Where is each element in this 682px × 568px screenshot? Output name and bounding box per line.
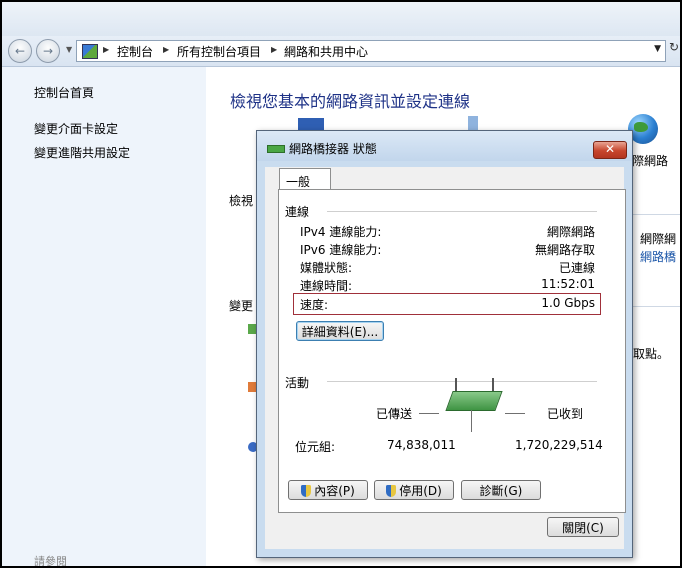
duration-value: 11:52:01 bbox=[541, 277, 595, 291]
network-bridge-icon bbox=[267, 145, 285, 153]
speed-value: 1.0 Gbps bbox=[541, 296, 595, 310]
link-control-panel-home[interactable]: 控制台首頁 bbox=[34, 84, 94, 101]
group-divider bbox=[327, 381, 597, 382]
received-label: 已收到 bbox=[547, 407, 584, 421]
general-tab-panel: 連線 IPv4 連線能力: 網際網路 IPv6 連線能力: 無網路存取 媒體狀態… bbox=[278, 189, 626, 513]
network-device-icon bbox=[468, 116, 478, 130]
tab-general[interactable]: 一般 bbox=[279, 168, 331, 191]
duration-label: 連線時間: bbox=[300, 279, 353, 293]
page-title: 檢視您基本的網路資訊並設定連線 bbox=[230, 92, 471, 111]
tab-general-label: 一般 bbox=[286, 175, 311, 189]
router-antenna bbox=[492, 378, 494, 392]
divider bbox=[632, 306, 680, 307]
close-icon[interactable]: ✕ bbox=[593, 141, 627, 159]
ipv6-label: IPv6 連線能力: bbox=[300, 243, 382, 257]
sent-label: 已傳送 bbox=[376, 407, 413, 421]
address-bar[interactable]: ▶ 控制台 ▶ 所有控制台項目 ▶ 網路和共用中心 ▼ bbox=[76, 40, 666, 62]
dialog-body: 一般 連線 IPv4 連線能力: 網際網路 IPv6 連線能力: 無網路存取 媒… bbox=[265, 167, 626, 549]
access-point-text: 取點。 bbox=[633, 347, 670, 361]
properties-button-label: 內容(P) bbox=[314, 484, 355, 498]
divider bbox=[632, 214, 680, 215]
access-type-label: 網際網 bbox=[640, 232, 677, 246]
received-line bbox=[505, 413, 525, 414]
media-state-label: 媒體狀態: bbox=[300, 261, 353, 275]
control-panel-icon bbox=[82, 44, 98, 59]
chevron-right-icon[interactable]: ▶ bbox=[271, 45, 277, 54]
breadcrumb-control-panel[interactable]: 控制台 bbox=[117, 43, 153, 60]
properties-button[interactable]: 內容(P) bbox=[288, 480, 368, 500]
disable-button[interactable]: 停用(D) bbox=[374, 480, 454, 500]
sent-bytes-value: 74,838,011 bbox=[387, 438, 456, 452]
router-antenna bbox=[455, 378, 457, 392]
details-button[interactable]: 詳細資料(E)... bbox=[296, 321, 384, 341]
breadcrumb-all-items[interactable]: 所有控制台項目 bbox=[177, 43, 261, 60]
uac-shield-icon bbox=[386, 485, 397, 497]
view-active-networks-label: 檢視 bbox=[229, 194, 254, 208]
bridge-status-dialog: 網路橋接器 狀態 ✕ 一般 連線 IPv4 連線能力: 網際網路 IPv6 連線… bbox=[256, 130, 633, 558]
connection-group-label: 連線 bbox=[285, 205, 310, 219]
disable-button-label: 停用(D) bbox=[399, 484, 442, 498]
ipv6-value: 無網路存取 bbox=[534, 243, 595, 257]
left-task-pane: 控制台首頁 變更介面卡設定 變更進階共用設定 請參閱 bbox=[2, 67, 206, 566]
chevron-right-icon[interactable]: ▶ bbox=[163, 45, 169, 54]
activity-group-label: 活動 bbox=[285, 376, 310, 390]
router-line bbox=[471, 410, 472, 432]
computer-icon bbox=[298, 118, 324, 130]
see-also-heading: 請參閱 bbox=[34, 555, 67, 566]
change-settings-heading: 變更 bbox=[229, 299, 254, 313]
close-button[interactable]: 關閉(C) bbox=[547, 517, 619, 537]
ipv4-value: 網際網路 bbox=[546, 225, 595, 239]
forward-button[interactable]: → bbox=[36, 39, 60, 63]
link-change-adapter-settings[interactable]: 變更介面卡設定 bbox=[34, 120, 118, 137]
breadcrumb-network-center[interactable]: 網路和共用中心 bbox=[284, 43, 368, 60]
refresh-icon[interactable]: ↻ bbox=[669, 40, 679, 54]
connection-link[interactable]: 網路橋 bbox=[640, 248, 676, 265]
ipv4-label: IPv4 連線能力: bbox=[300, 225, 382, 239]
back-button[interactable]: ← bbox=[8, 39, 32, 63]
chevron-right-icon[interactable]: ▶ bbox=[103, 45, 109, 54]
recent-pages-chevron-down-icon[interactable]: ▼ bbox=[66, 45, 72, 54]
diagnose-button[interactable]: 診斷(G) bbox=[461, 480, 541, 500]
uac-shield-icon bbox=[301, 485, 312, 497]
navigation-bar: ← → ▼ ▶ 控制台 ▶ 所有控制台項目 ▶ 網路和共用中心 ▼ ↻ bbox=[2, 36, 680, 67]
media-state-value: 已連線 bbox=[558, 261, 595, 275]
explorer-window: ← → ▼ ▶ 控制台 ▶ 所有控制台項目 ▶ 網路和共用中心 ▼ ↻ 控制台首… bbox=[2, 2, 680, 566]
dialog-titlebar: 網路橋接器 狀態 ✕ bbox=[257, 131, 632, 161]
received-bytes-value: 1,720,229,514 bbox=[515, 438, 603, 452]
link-change-advanced-sharing[interactable]: 變更進階共用設定 bbox=[34, 144, 130, 161]
group-divider bbox=[327, 211, 597, 212]
router-activity-icon bbox=[445, 391, 503, 411]
address-dropdown-icon[interactable]: ▼ bbox=[654, 44, 661, 54]
dialog-title: 網路橋接器 狀態 bbox=[289, 142, 377, 156]
speed-label: 速度: bbox=[300, 298, 329, 312]
sent-line bbox=[419, 413, 439, 414]
internet-label: 際網路 bbox=[632, 154, 669, 168]
window-titlebar bbox=[2, 2, 680, 36]
bytes-label: 位元組: bbox=[295, 440, 336, 454]
